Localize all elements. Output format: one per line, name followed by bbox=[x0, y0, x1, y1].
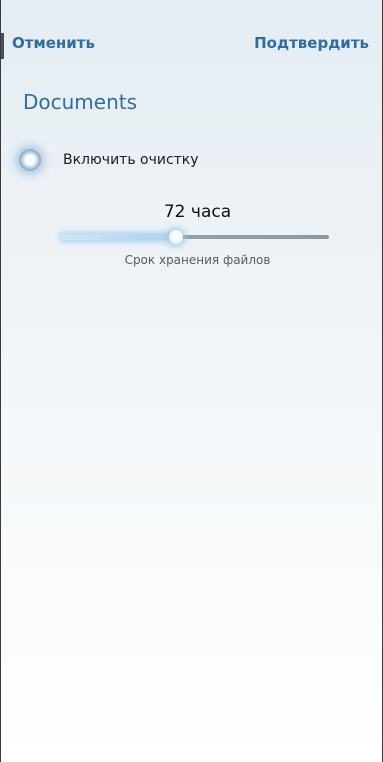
retention-slider[interactable] bbox=[61, 228, 329, 246]
cleanup-toggle-label: Включить очистку bbox=[63, 152, 199, 168]
cancel-button[interactable]: Отменить bbox=[12, 34, 95, 52]
cleanup-radio-button[interactable] bbox=[19, 149, 41, 171]
cleanup-toggle-row[interactable]: Включить очистку bbox=[19, 148, 199, 172]
retention-caption: Срок хранения файлов bbox=[124, 253, 271, 267]
confirm-button[interactable]: Подтвердить bbox=[254, 34, 369, 52]
slider-thumb[interactable] bbox=[169, 230, 184, 244]
top-bar: Отменить Подтвердить bbox=[1, 34, 382, 58]
slider-fill bbox=[61, 234, 177, 240]
section-title: Documents bbox=[23, 90, 138, 114]
retention-value-label: 72 часа bbox=[163, 202, 232, 222]
screen: Отменить Подтвердить Documents Включить … bbox=[0, 0, 383, 762]
